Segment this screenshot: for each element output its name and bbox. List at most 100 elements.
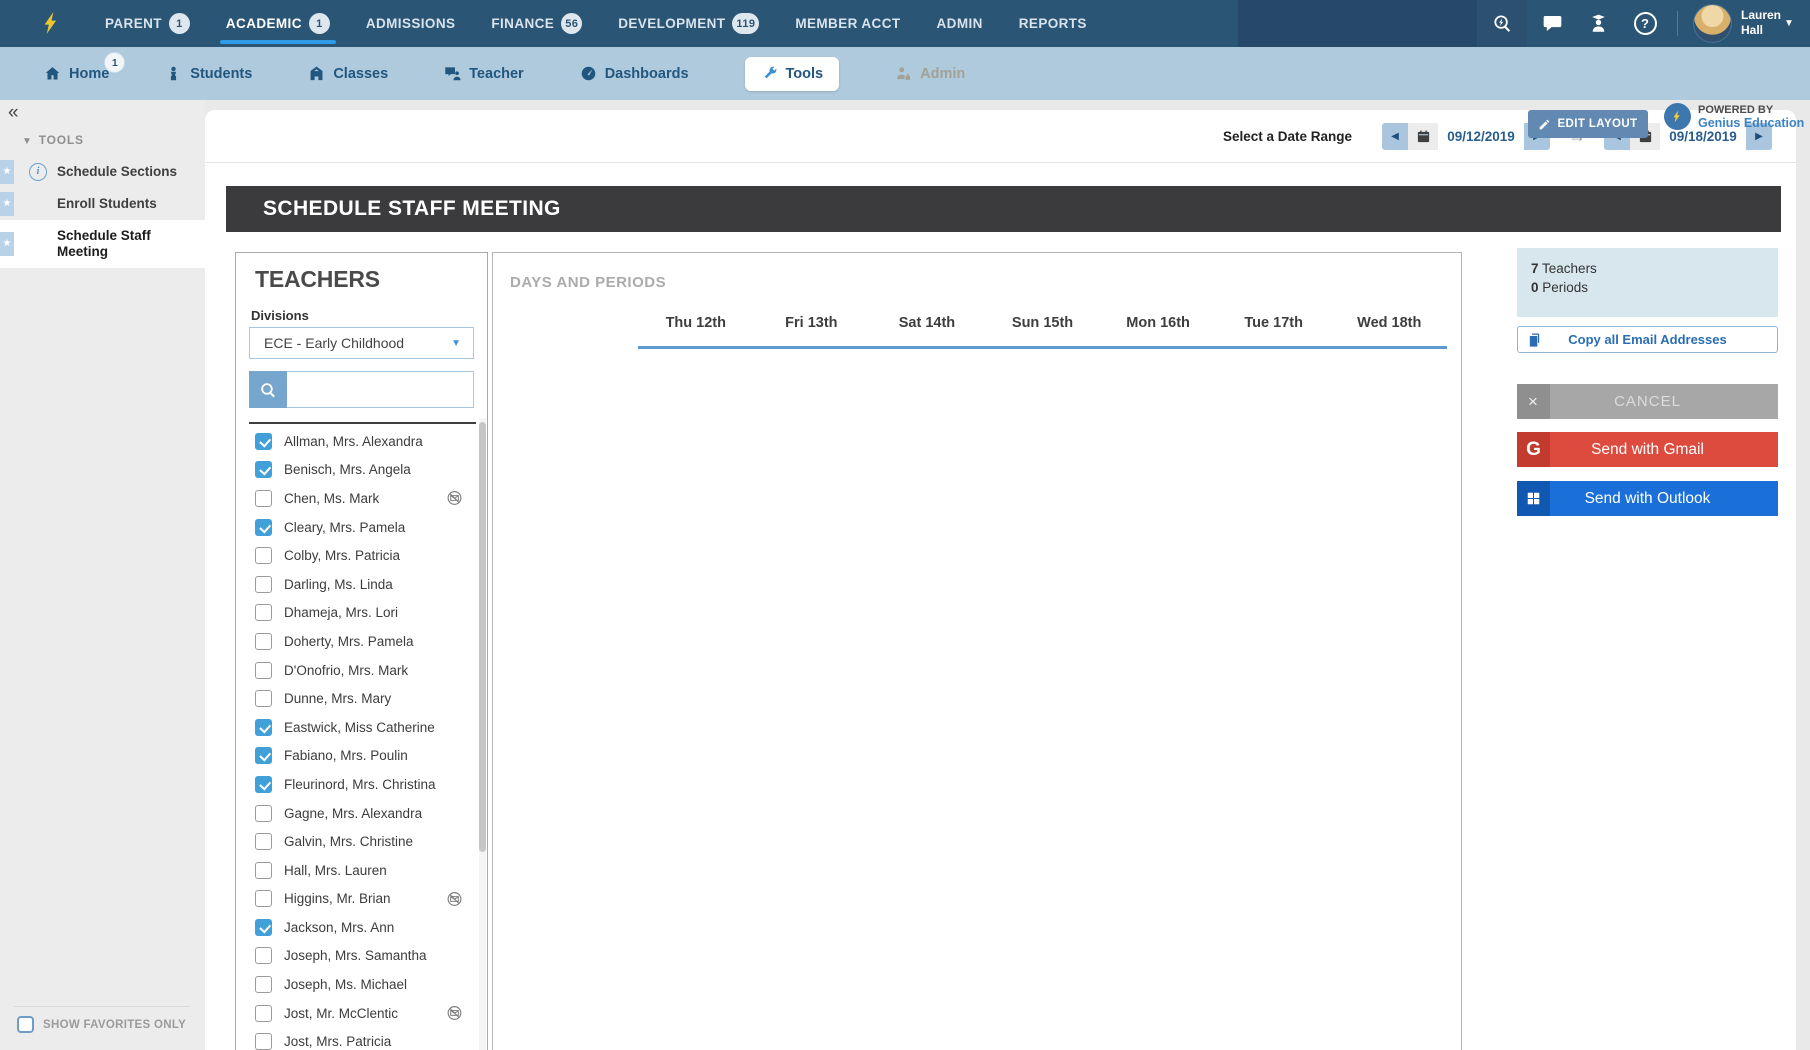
teacher-search-input[interactable] (287, 371, 474, 408)
teacher-row[interactable]: Fabiano, Mrs. Poulin (236, 742, 487, 771)
teachers-panel: TEACHERS Divisions ECE - Early Childhood… (235, 252, 488, 1050)
teacher-row[interactable]: Benisch, Mrs. Angela (236, 456, 487, 485)
teacher-checkbox[interactable] (255, 604, 272, 621)
edit-layout-button[interactable]: EDIT LAYOUT (1528, 110, 1648, 138)
favorite-star-icon[interactable]: ★ (0, 232, 14, 256)
teacher-row[interactable]: Dunne, Mrs. Mary (236, 684, 487, 713)
teacher-row[interactable]: Allman, Mrs. Alexandra (236, 427, 487, 456)
teacher-checkbox[interactable] (255, 1033, 272, 1050)
nav-item-icon (761, 65, 778, 82)
teacher-row[interactable]: Cleary, Mrs. Pamela (236, 513, 487, 542)
sidebar-item[interactable]: ★ i Schedule Staff Meeting (0, 220, 205, 268)
teacher-checkbox[interactable] (255, 747, 272, 764)
calendar-icon[interactable] (1408, 123, 1438, 150)
send-outlook-button[interactable]: Send with Outlook (1517, 481, 1778, 516)
teacher-row[interactable]: Joseph, Mrs. Samantha (236, 942, 487, 971)
teacher-checkbox[interactable] (255, 461, 272, 478)
top-nav-item[interactable]: MEMBER ACCT (795, 0, 900, 47)
teacher-row[interactable]: Galvin, Mrs. Christine (236, 827, 487, 856)
teacher-checkbox[interactable] (255, 576, 272, 593)
teacher-row[interactable]: Higgins, Mr. Brian (236, 885, 487, 914)
module-nav-item[interactable]: Classes (308, 47, 388, 100)
collapse-sidebar-icon[interactable]: « (8, 102, 19, 124)
teacher-checkbox[interactable] (255, 662, 272, 679)
module-nav-item[interactable]: Tools (745, 57, 840, 91)
google-g-icon: G (1517, 432, 1550, 467)
close-icon: × (1517, 384, 1550, 419)
teacher-checkbox[interactable] (255, 490, 272, 507)
member-button[interactable] (1581, 0, 1615, 47)
top-nav-item[interactable]: PARENT 1 (105, 0, 190, 47)
top-nav-item[interactable]: DEVELOPMENT 119 (618, 0, 759, 47)
module-nav-item[interactable]: Students (165, 47, 252, 100)
sidebar-section-tools[interactable]: ▼TOOLS (22, 133, 84, 147)
teacher-search-button[interactable] (249, 371, 287, 408)
teacher-checkbox[interactable] (255, 862, 272, 879)
copy-emails-button[interactable]: Copy all Email Addresses (1517, 326, 1778, 353)
teacher-checkbox[interactable] (255, 433, 272, 450)
teacher-checkbox[interactable] (255, 776, 272, 793)
nav-item-icon (580, 65, 597, 82)
prev-day-button[interactable]: ◀ (1382, 123, 1408, 150)
info-icon[interactable]: i (29, 163, 47, 181)
copy-icon (1527, 332, 1542, 348)
teacher-checkbox[interactable] (255, 547, 272, 564)
teacher-row[interactable]: Jost, Mrs. Patricia (236, 1027, 487, 1050)
teacher-row[interactable]: Jost, Mr. McClentic (236, 999, 487, 1028)
teacher-list-scrollbar[interactable] (479, 418, 486, 1050)
day-header: Fri 13th (754, 315, 870, 331)
teacher-checkbox[interactable] (255, 719, 272, 736)
teacher-checkbox[interactable] (255, 919, 272, 936)
cancel-button[interactable]: × CANCEL (1517, 384, 1778, 419)
teacher-checkbox[interactable] (255, 976, 272, 993)
show-favorites-toggle[interactable]: SHOW FAVORITES ONLY (0, 1016, 205, 1033)
user-menu-caret-icon[interactable]: ▼ (1784, 18, 1794, 29)
teacher-row[interactable]: Doherty, Mrs. Pamela (236, 627, 487, 656)
favorite-star-icon[interactable]: ★ (0, 160, 14, 184)
teacher-checkbox[interactable] (255, 519, 272, 536)
help-button[interactable]: ? (1628, 0, 1662, 47)
module-nav-item[interactable]: Dashboards (580, 47, 689, 100)
top-nav-item[interactable]: FINANCE 56 (491, 0, 582, 47)
teacher-checkbox[interactable] (255, 633, 272, 650)
user-name[interactable]: Lauren Hall (1741, 8, 1781, 38)
teacher-row[interactable]: Chen, Ms. Mark (236, 484, 487, 513)
teacher-checkbox[interactable] (255, 690, 272, 707)
search-button[interactable] (1477, 0, 1527, 47)
teacher-checkbox[interactable] (255, 890, 272, 907)
teacher-row[interactable]: D'Onofrio, Mrs. Mark (236, 656, 487, 685)
teacher-row[interactable]: Hall, Mrs. Lauren (236, 856, 487, 885)
user-avatar[interactable] (1693, 4, 1732, 43)
send-gmail-button[interactable]: G Send with Gmail (1517, 432, 1778, 467)
divisions-select[interactable]: ECE - Early Childhood ▼ (249, 327, 474, 359)
teacher-row[interactable]: Colby, Mrs. Patricia (236, 541, 487, 570)
teacher-row[interactable]: Gagne, Mrs. Alexandra (236, 799, 487, 828)
module-nav-item[interactable]: Teacher (444, 47, 524, 100)
app-logo-lightning-icon[interactable] (40, 7, 64, 39)
teacher-checkbox[interactable] (255, 805, 272, 822)
top-nav-item[interactable]: REPORTS (1019, 0, 1087, 47)
top-nav-item[interactable]: ACADEMIC 1 (226, 0, 330, 47)
teacher-row[interactable]: Jackson, Mrs. Ann (236, 913, 487, 942)
favorites-checkbox[interactable] (17, 1016, 34, 1033)
top-nav-item[interactable]: ADMIN (937, 0, 983, 47)
teacher-row[interactable]: Eastwick, Miss Catherine (236, 713, 487, 742)
teacher-checkbox[interactable] (255, 1005, 272, 1022)
teacher-row[interactable]: Joseph, Ms. Michael (236, 970, 487, 999)
teacher-checkbox[interactable] (255, 833, 272, 850)
module-nav-item[interactable]: Admin (895, 47, 965, 100)
module-nav-item[interactable]: Home 1 (44, 47, 109, 100)
sidebar-item[interactable]: ★ i Enroll Students (0, 188, 205, 220)
teacher-row[interactable]: Darling, Ms. Linda (236, 570, 487, 599)
date-range-label: Select a Date Range (1223, 129, 1352, 144)
top-nav-item[interactable]: ADMISSIONS (366, 0, 456, 47)
teacher-row[interactable]: Fleurinord, Mrs. Christina (236, 770, 487, 799)
teacher-checkbox[interactable] (255, 947, 272, 964)
scrollbar-thumb[interactable] (479, 422, 486, 852)
favorite-star-icon[interactable]: ★ (0, 192, 14, 216)
sidebar-item[interactable]: ★ i Schedule Sections (0, 156, 205, 188)
messages-button[interactable] (1535, 0, 1569, 47)
global-search-input[interactable] (1238, 0, 1477, 47)
teacher-row[interactable]: Dhameja, Mrs. Lori (236, 599, 487, 628)
start-date-value[interactable]: 09/12/2019 (1438, 123, 1524, 150)
